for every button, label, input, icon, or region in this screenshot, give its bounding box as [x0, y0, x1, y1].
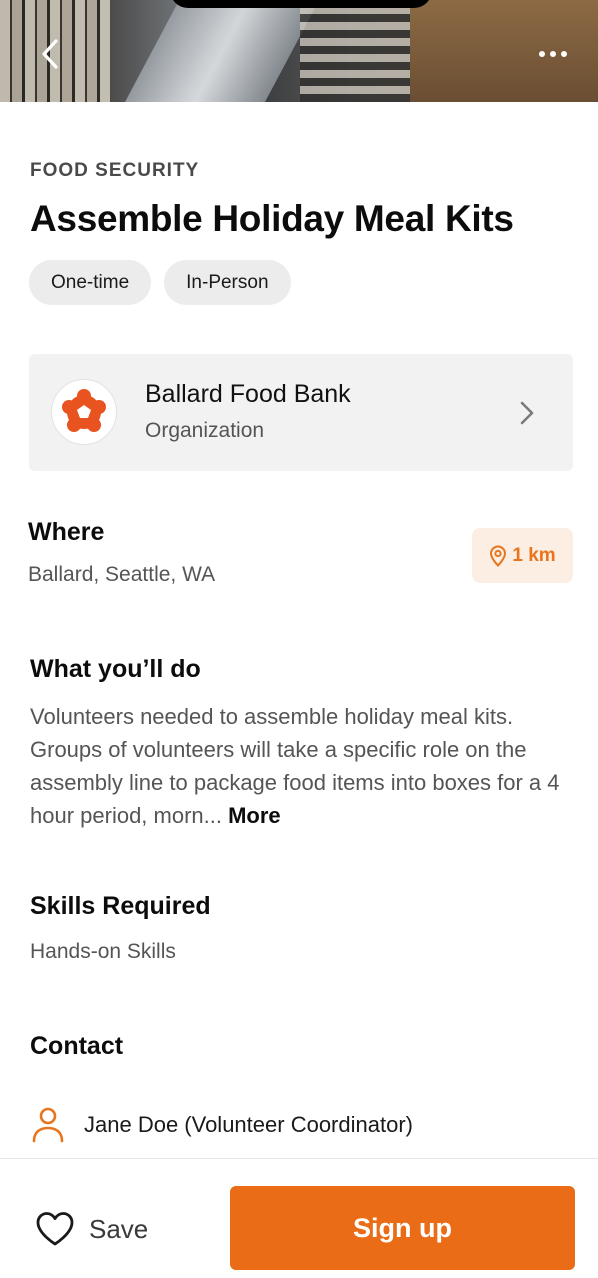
save-button[interactable]: Save: [35, 1207, 148, 1251]
back-button[interactable]: [32, 34, 68, 74]
what-heading: What you’ll do: [30, 655, 201, 683]
category-label: FOOD SECURITY: [30, 160, 200, 181]
more-horizontal-icon-dot: [561, 51, 567, 57]
more-horizontal-icon: [539, 51, 545, 57]
organization-card[interactable]: Ballard Food Bank Organization: [29, 354, 573, 471]
more-horizontal-icon-dot: [550, 51, 556, 57]
heart-icon: [36, 1212, 74, 1246]
sign-up-button[interactable]: Sign up: [230, 1186, 575, 1270]
organization-logo-icon: [51, 379, 117, 445]
map-pin-icon: [490, 545, 507, 567]
opportunity-detail-screen: FOOD SECURITY Assemble Holiday Meal Kits…: [0, 0, 598, 1278]
distance-badge: 1 km: [472, 528, 573, 583]
hero-image: [0, 0, 598, 102]
where-location: Ballard, Seattle, WA: [28, 563, 216, 586]
device-notch: [170, 0, 432, 8]
description-text: Volunteers needed to assemble holiday me…: [30, 700, 578, 832]
organization-name: Ballard Food Bank: [145, 380, 351, 408]
tag-in-person: In-Person: [164, 260, 291, 305]
where-heading: Where: [28, 518, 105, 546]
description-body: Volunteers needed to assemble holiday me…: [30, 704, 560, 828]
chevron-right-icon: [520, 401, 534, 425]
chevron-left-icon: [42, 39, 58, 69]
hero-rail: [110, 0, 330, 102]
distance-value: 1 km: [512, 544, 556, 566]
hero-boxes: [300, 0, 410, 102]
contact-heading: Contact: [30, 1032, 124, 1060]
skills-heading: Skills Required: [30, 892, 211, 920]
organization-logo-graphic: [62, 389, 106, 432]
save-label: Save: [89, 1213, 149, 1244]
action-bar: Save Sign up: [0, 1158, 598, 1278]
more-options-button[interactable]: [530, 40, 576, 68]
skills-value: Hands-on Skills: [30, 940, 176, 963]
tag-list: One-time In-Person: [29, 260, 291, 305]
organization-type: Organization: [145, 419, 265, 442]
more-link[interactable]: More: [228, 803, 281, 828]
contact-person[interactable]: Jane Doe (Volunteer Coordinator): [30, 1105, 413, 1145]
contact-name: Jane Doe (Volunteer Coordinator): [84, 1112, 413, 1137]
person-icon: [32, 1107, 64, 1143]
tag-one-time: One-time: [29, 260, 152, 305]
page-title: Assemble Holiday Meal Kits: [30, 198, 514, 239]
